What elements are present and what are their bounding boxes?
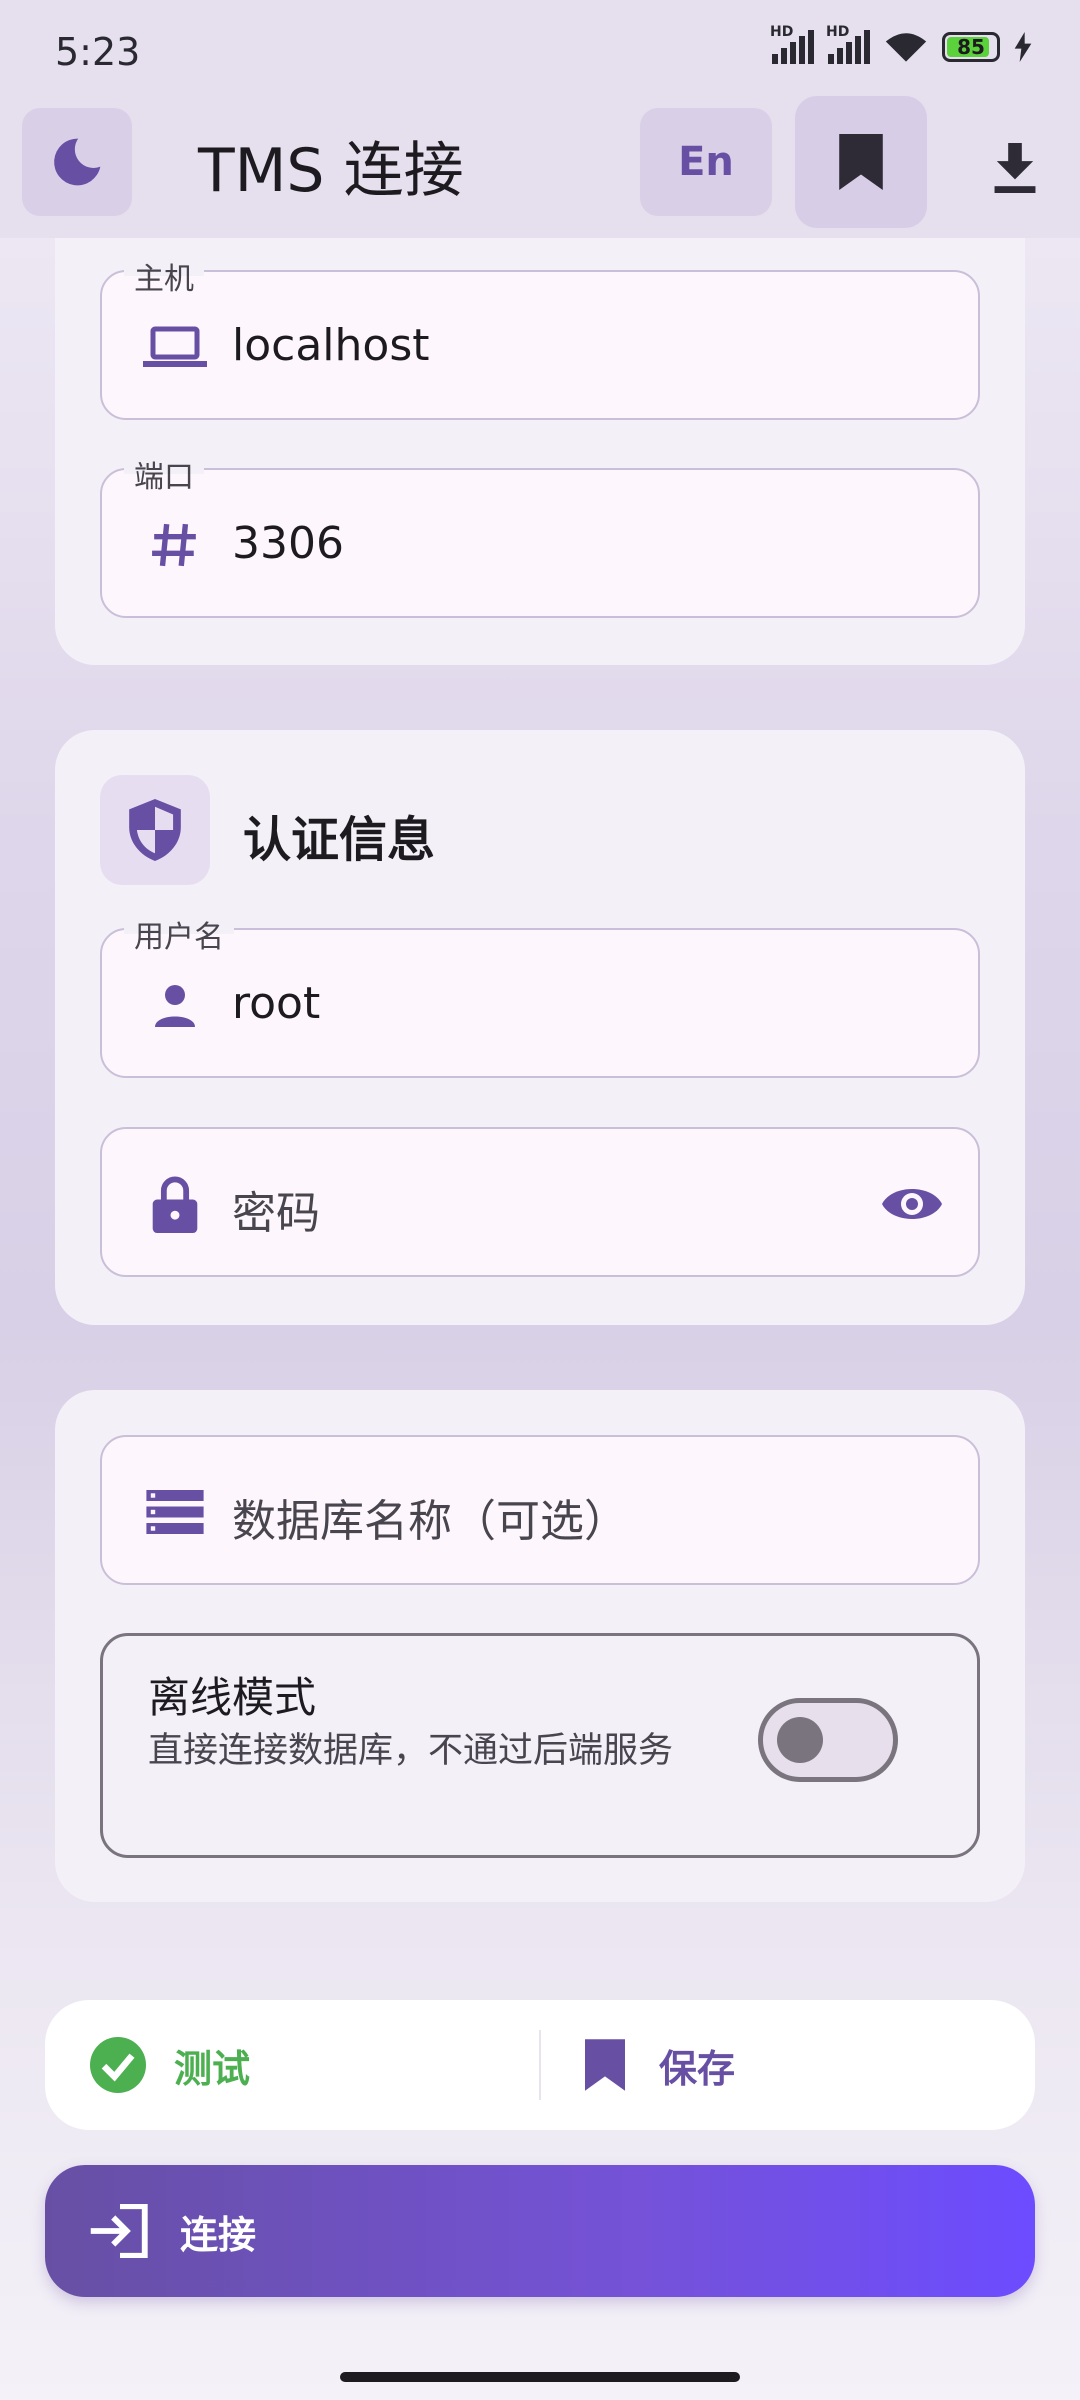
port-field[interactable]: 端口 3306	[100, 452, 980, 618]
download-icon	[994, 143, 1036, 193]
host-label: 主机	[124, 254, 204, 298]
hash-icon	[142, 512, 208, 578]
status-icons: HD HD 85	[770, 24, 1032, 64]
database-field[interactable]: 数据库名称（可选）	[100, 1435, 980, 1585]
signal-icon: HD	[826, 24, 870, 64]
lock-icon	[142, 1171, 208, 1237]
charging-icon	[1014, 32, 1032, 62]
shield-icon	[100, 775, 210, 885]
connect-label: 连接	[180, 2212, 257, 2257]
eye-icon[interactable]	[877, 1174, 947, 1234]
storage-icon	[142, 1479, 208, 1545]
app-title: TMS 连接	[198, 136, 464, 206]
person-icon	[142, 972, 208, 1038]
database-name-input[interactable]: 数据库名称（可选）	[232, 1485, 628, 1549]
laptop-icon	[142, 314, 208, 380]
signal-icon: HD	[770, 24, 814, 64]
username-field[interactable]: 用户名 root	[100, 912, 980, 1078]
home-indicator[interactable]	[340, 2372, 740, 2382]
theme-toggle-button[interactable]	[22, 108, 132, 216]
save-label: 保存	[659, 2046, 736, 2091]
moon-icon	[54, 138, 101, 186]
battery-level: 85	[957, 35, 985, 59]
username-input[interactable]: root	[232, 978, 320, 1029]
port-input[interactable]: 3306	[232, 518, 344, 569]
check-circle-icon	[90, 2037, 146, 2093]
connect-button[interactable]: 连接	[45, 2165, 1035, 2297]
battery-icon: 85	[942, 32, 1000, 62]
offline-mode-row[interactable]: 离线模式 直接连接数据库，不通过后端服务	[100, 1633, 980, 1858]
switch-thumb	[777, 1717, 823, 1763]
password-field[interactable]: 密码	[100, 1127, 980, 1277]
test-label: 测试	[174, 2046, 251, 2091]
login-icon	[90, 2204, 148, 2258]
username-label: 用户名	[124, 912, 234, 956]
password-input[interactable]: 密码	[232, 1177, 320, 1241]
save-button[interactable]: 保存	[585, 2000, 1035, 2130]
bookmark-icon	[839, 134, 883, 190]
test-button[interactable]: 测试	[45, 2000, 540, 2130]
download-button[interactable]	[975, 128, 1055, 208]
host-input[interactable]: localhost	[232, 320, 430, 371]
host-field[interactable]: 主机 localhost	[100, 254, 980, 420]
auth-card: 认证信息 用户名 root 密码	[55, 730, 1025, 1325]
offline-mode-switch[interactable]	[758, 1698, 898, 1782]
offline-mode-description: 直接连接数据库，不通过后端服务	[148, 1731, 674, 1771]
status-time: 5:23	[55, 30, 141, 74]
divider	[539, 2030, 541, 2100]
connection-card: 主机 localhost 端口 3306	[55, 238, 1025, 665]
port-label: 端口	[124, 452, 204, 496]
offline-mode-title: 离线模式	[148, 1673, 317, 1722]
action-bar: 测试 保存	[45, 2000, 1035, 2130]
wifi-icon	[885, 33, 927, 62]
auth-section-title: 认证信息	[243, 812, 436, 868]
bookmarks-button[interactable]	[795, 96, 927, 228]
language-button[interactable]: En	[640, 108, 772, 216]
database-card: 数据库名称（可选） 离线模式 直接连接数据库，不通过后端服务	[55, 1390, 1025, 1902]
app-bar: TMS 连接 En	[0, 96, 1080, 238]
status-bar: 5:23 HD HD 85	[0, 0, 1080, 108]
bookmark-icon	[585, 2039, 625, 2091]
